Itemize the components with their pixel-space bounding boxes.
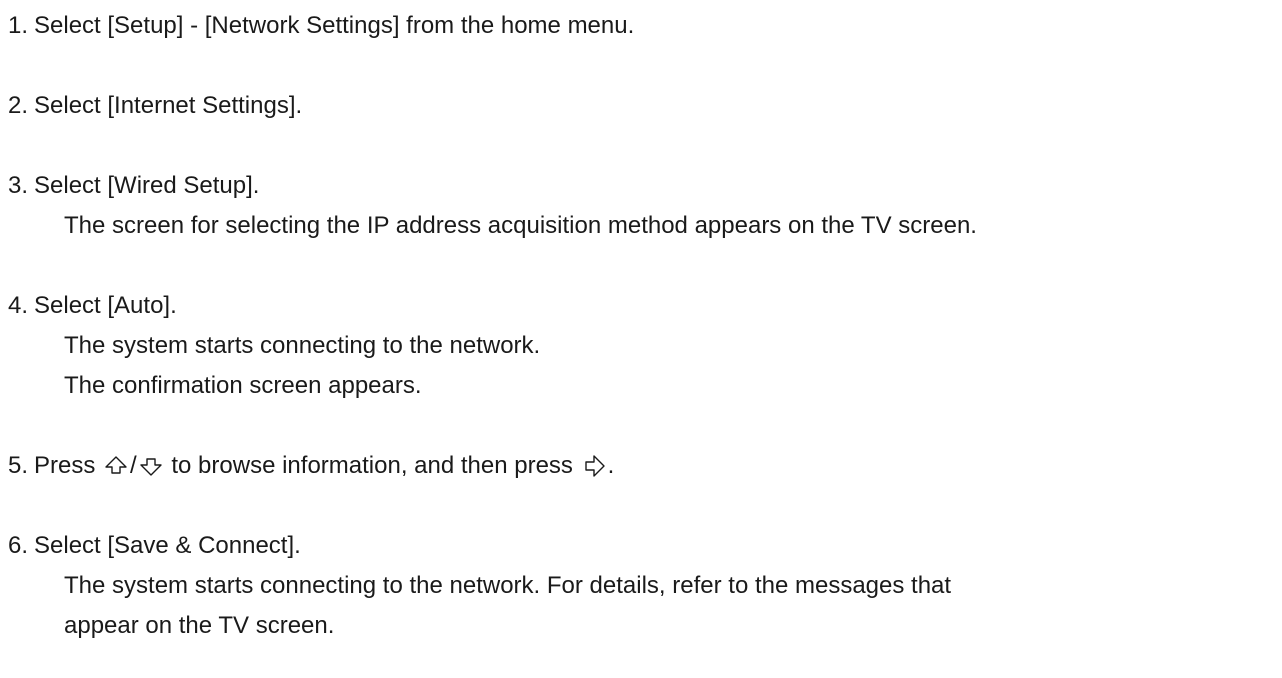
step-detail: appear on the TV screen. (64, 612, 335, 639)
step-3: 3. Select [Wired Setup]. The screen for s… (8, 166, 1282, 246)
step-4: 4. Select [Auto]. The system starts conne… (8, 286, 1282, 406)
step-detail: The screen for selecting the IP address … (64, 212, 977, 239)
step-text: Select [Auto]. (34, 292, 177, 319)
step-text: Select [Wired Setup]. (34, 172, 260, 199)
arrow-separator: / (130, 452, 137, 479)
step-detail: The system starts connecting to the netw… (64, 572, 952, 599)
step-detail: The system starts connecting to the netw… (64, 332, 541, 359)
step-number: 4. (8, 292, 29, 319)
step-2: 2. Select [Internet Settings]. (8, 86, 1282, 126)
right-arrow-icon (580, 453, 608, 477)
step-detail: The confirmation screen appears. (64, 372, 422, 399)
step-number: 6. (8, 532, 29, 559)
step-number: 1. (8, 12, 29, 39)
step-number: 2. (8, 92, 29, 119)
up-arrow-icon (102, 453, 130, 477)
step-text: Select [Save & Connect]. (34, 532, 301, 559)
step-text-after: . (607, 452, 615, 479)
step-text-before: Press (34, 452, 96, 479)
step-number: 3. (8, 172, 29, 199)
step-6: 6. Select [Save & Connect]. The system st… (8, 526, 1282, 646)
step-text: Select [Internet Settings]. (34, 92, 303, 119)
down-arrow-icon (137, 453, 165, 477)
step-number: 5. (8, 452, 29, 479)
step-5: 5. Press / to browse information, and the… (8, 446, 1282, 486)
step-1: 1. Select [Setup] - [Network Settings] fr… (8, 6, 1282, 46)
step-text: Select [Setup] - [Network Settings] from… (34, 12, 635, 39)
step-text-middle: to browse information, and then press (171, 452, 573, 479)
